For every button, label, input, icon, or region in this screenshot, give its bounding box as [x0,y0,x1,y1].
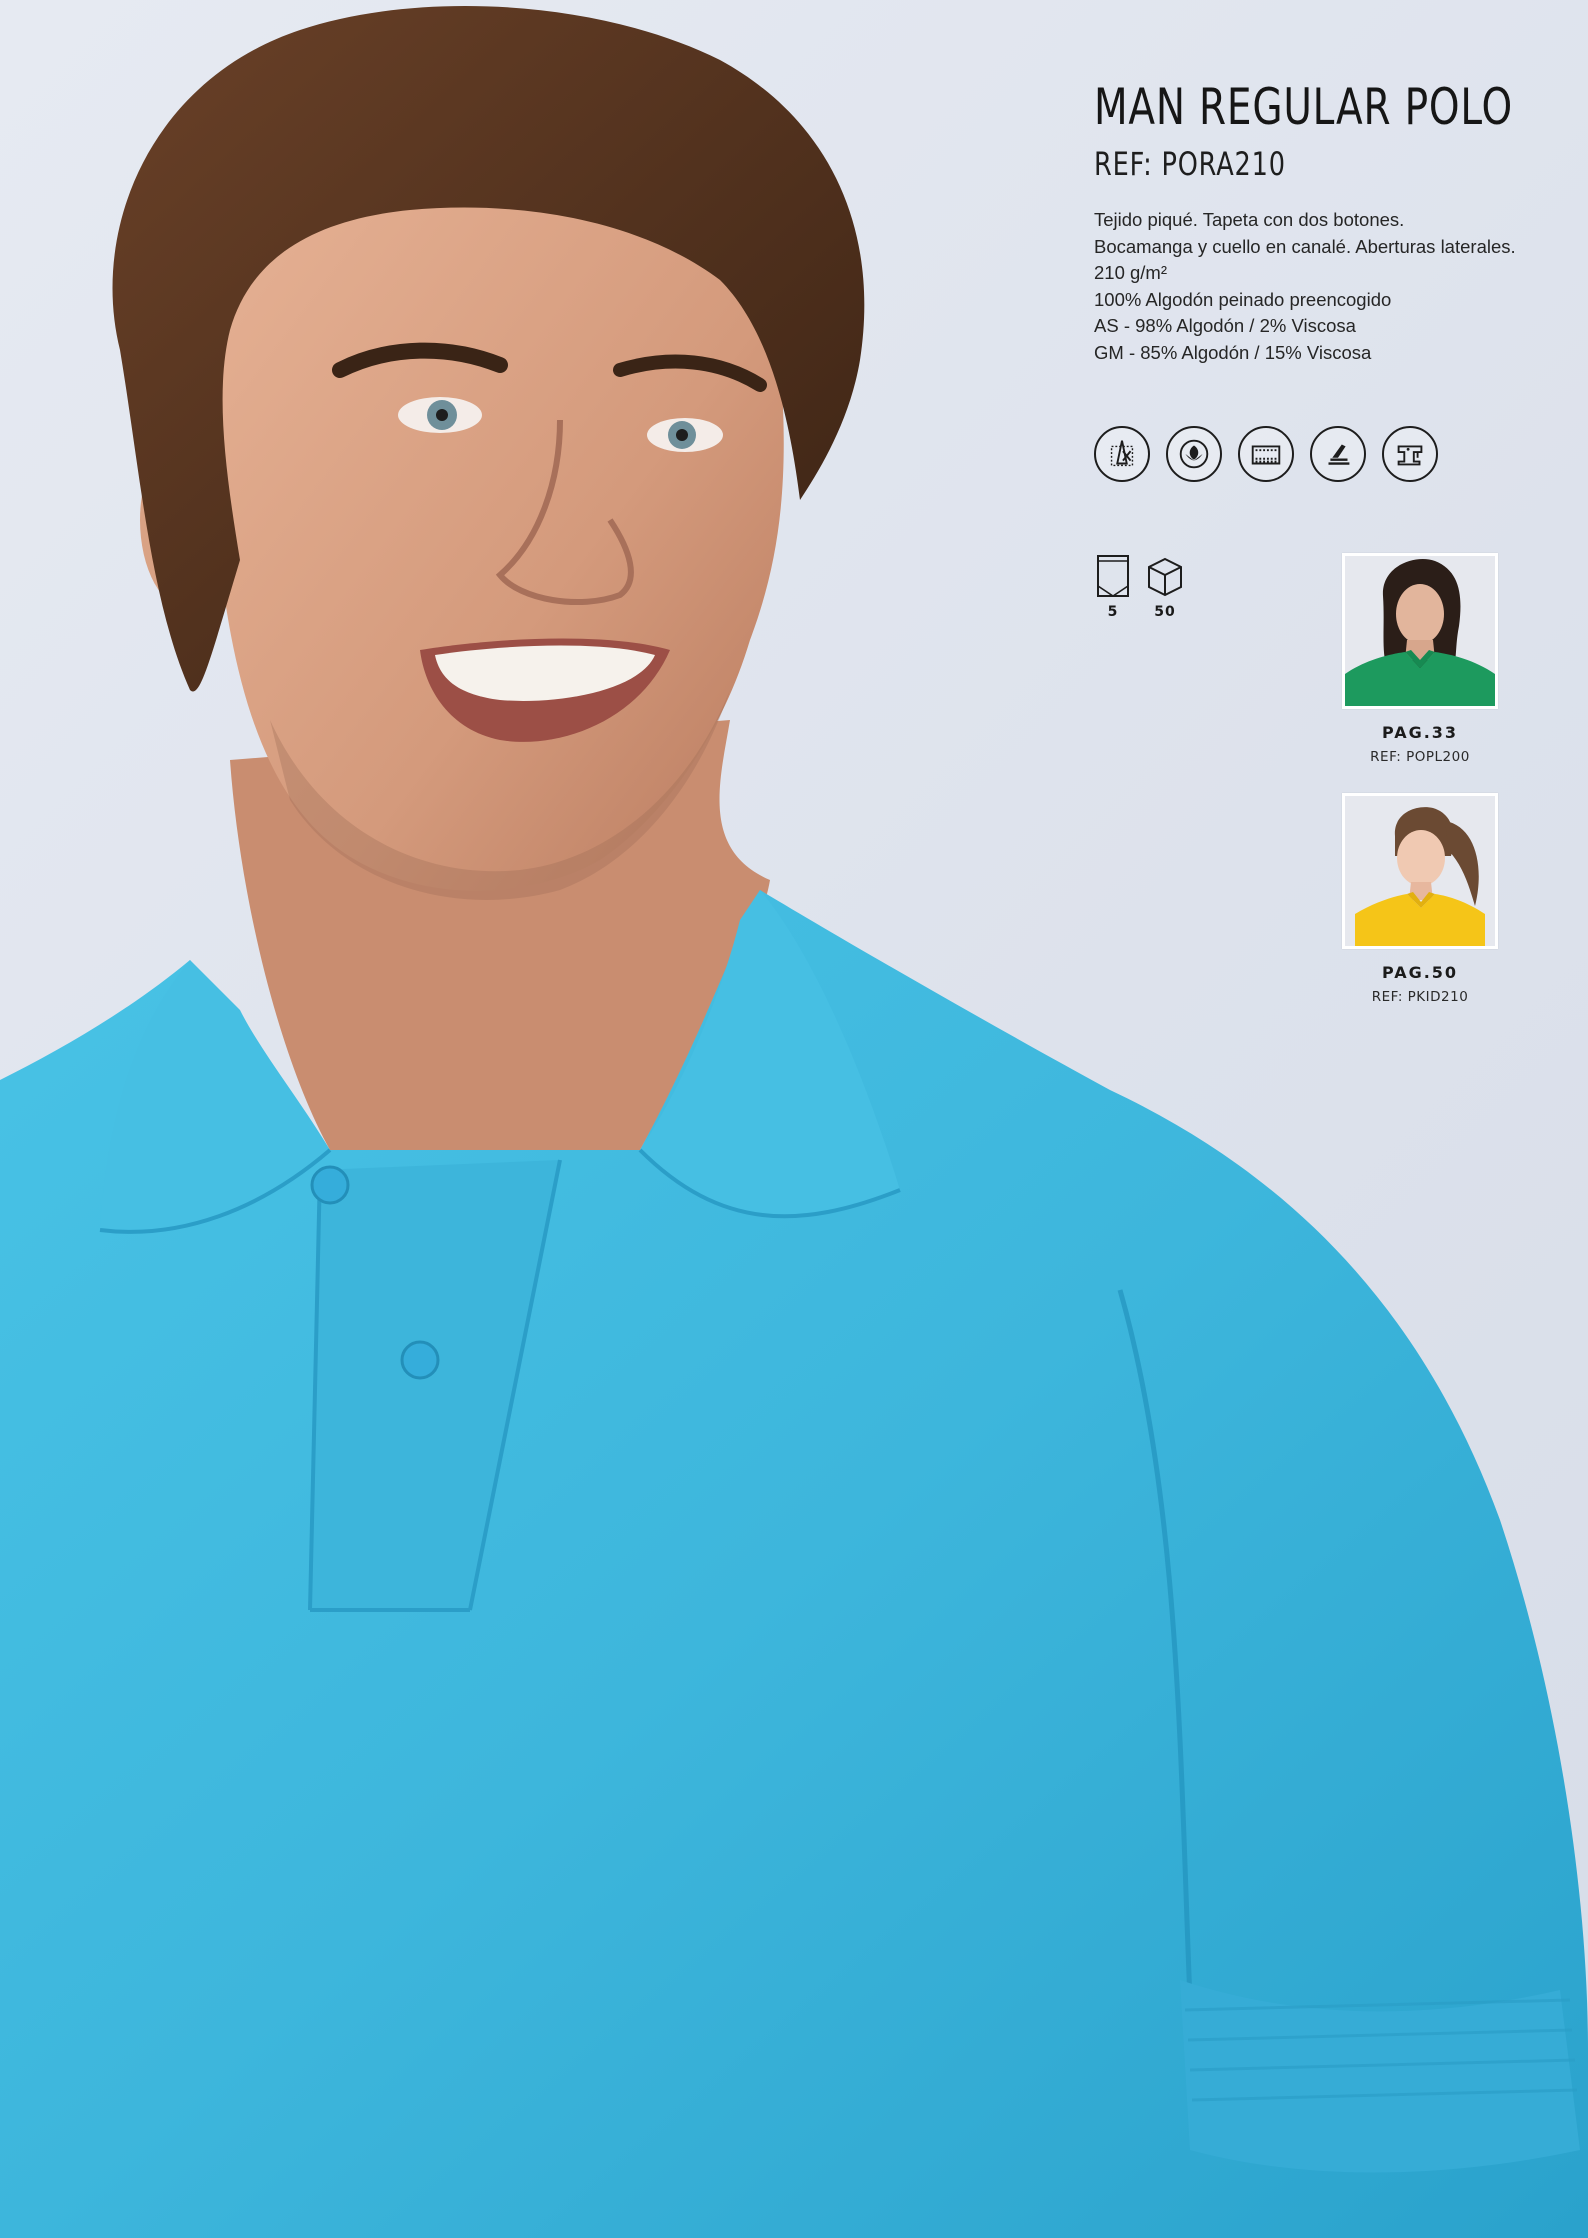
product-title: MAN REGULAR POLO [1094,78,1513,136]
related-reference: REF: PKID210 [1371,989,1469,1005]
description-line: 210 g/m² [1094,262,1168,283]
related-product-women[interactable]: PAG.33 REF: POPL200 [1342,553,1498,765]
cotton-flower-icon [1166,426,1222,482]
box-units: 50 [1154,604,1176,620]
ribbed-cuff-icon [1238,426,1294,482]
box-pack: 50 [1146,553,1184,620]
related-thumbnail-women-polo[interactable] [1342,553,1498,709]
bag-units: 5 [1107,604,1119,620]
bag-pack: 5 [1094,553,1132,620]
preshrunk-press-icon [1310,426,1366,482]
bag-icon [1097,555,1129,597]
description-line: Bocamanga y cuello en canalé. Aberturas … [1094,235,1516,257]
sewing-machine-icon [1382,426,1438,482]
care-icons [1094,426,1438,482]
description-line: GM - 85% Algodón / 15% Viscosa [1094,341,1372,363]
description-line: AS - 98% Algodón / 2% Viscosa [1094,315,1356,336]
product-reference: REF: PORA210 [1094,145,1286,183]
description-line: Tejido piqué. Tapeta con dos botones. [1094,209,1405,230]
product-description: Tejido piqué. Tapeta con dos botones. Bo… [1094,207,1574,366]
related-page-number: PAG.33 [1381,723,1459,742]
box-icon [1148,557,1182,597]
packaging-info: 5 50 [1094,553,1184,620]
related-thumbnail-kid-polo[interactable] [1342,793,1498,949]
no-bleach-icon [1094,426,1150,482]
description-line: 100% Algodón peinado preencogido [1094,288,1392,310]
related-product-kid[interactable]: PAG.50 REF: PKID210 [1342,793,1498,1005]
related-reference: REF: POPL200 [1370,749,1470,765]
related-page-number: PAG.50 [1381,963,1459,982]
